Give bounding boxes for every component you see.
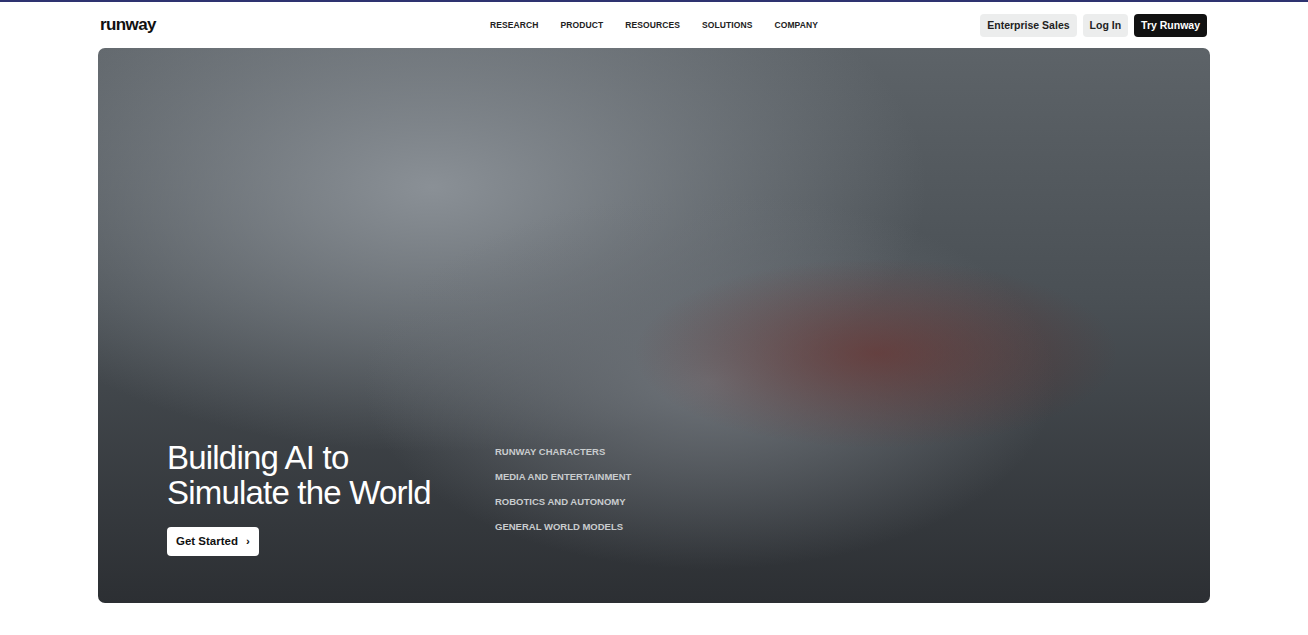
hero-banner: Building AI toSimulate the World Get Star… xyxy=(98,48,1210,603)
header-button[interactable]: Log In xyxy=(1083,14,1129,37)
header-button[interactable]: Enterprise Sales xyxy=(980,14,1076,37)
nav-link[interactable]: SOLUTIONS xyxy=(702,19,753,32)
topic-link[interactable]: RUNWAY CHARACTERS xyxy=(495,445,631,459)
nav-link[interactable]: PRODUCT xyxy=(561,19,604,32)
get-started-button[interactable]: Get Started › xyxy=(167,527,259,556)
logo[interactable]: runway xyxy=(98,12,156,38)
headline-line: Building AI to xyxy=(167,440,495,475)
nav-link[interactable]: RESOURCES xyxy=(625,19,680,32)
headline: Building AI toSimulate the World xyxy=(167,440,495,510)
header-button[interactable]: Try Runway xyxy=(1134,14,1207,37)
nav-link[interactable]: COMPANY xyxy=(774,19,818,32)
topic-link[interactable]: MEDIA AND ENTERTAINMENT xyxy=(495,470,631,484)
chevron-icon: › xyxy=(246,533,250,550)
main-nav: RESEARCH PRODUCT RESOURCES SOLUTIONS COMPANY xyxy=(490,19,818,32)
headline-line: Simulate the World xyxy=(167,475,495,510)
logo-area: runway xyxy=(98,12,490,38)
cta-label: Get Started xyxy=(176,533,238,550)
header-actions: Enterprise Sales Log InTry Runway xyxy=(818,14,1210,37)
nav-link[interactable]: RESEARCH xyxy=(490,19,539,32)
site-header: runway RESEARCH PRODUCT RESOURCES SOLUTIONS C… xyxy=(98,2,1210,48)
topic-list: RUNWAY CHARACTERS MEDIA AND ENTERTAINMENT… xyxy=(495,445,631,556)
hero-text: Building AI toSimulate the World Get Star… xyxy=(167,440,495,556)
topic-link[interactable]: ROBOTICS AND AUTONOMY xyxy=(495,495,631,509)
topic-link[interactable]: GENERAL WORLD MODELS xyxy=(495,520,631,534)
